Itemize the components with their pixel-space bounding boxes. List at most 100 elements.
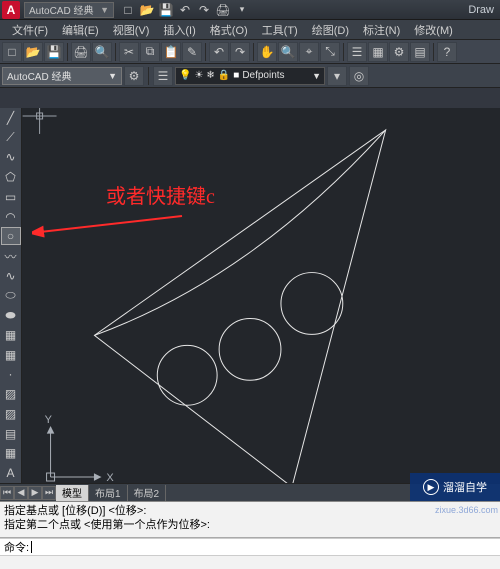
- watermark-badge[interactable]: ▶ 溜溜自学 zixue.3d66.com: [410, 473, 500, 501]
- tb-zoomp[interactable]: ⤡: [320, 42, 340, 62]
- layer-props-button[interactable]: ☰: [153, 66, 173, 86]
- tb-dc[interactable]: ▦: [368, 42, 388, 62]
- app-logo-icon[interactable]: A: [2, 1, 20, 19]
- canvas-svg: X Y: [22, 108, 500, 483]
- tab-layout2[interactable]: 布局2: [128, 485, 167, 501]
- tool-polygon[interactable]: ⬠: [1, 168, 21, 186]
- tb-new[interactable]: □: [2, 42, 22, 62]
- layer-iso-button[interactable]: ◎: [349, 66, 369, 86]
- axis-y-label: Y: [45, 414, 53, 426]
- watermark-brand: 溜溜自学: [443, 479, 487, 495]
- redo-icon: ↷: [199, 3, 209, 17]
- tool-text[interactable]: A: [1, 464, 21, 482]
- watermark-url: zixue.3d66.com: [435, 505, 498, 515]
- bulb-icon: 💡: [179, 70, 191, 81]
- tool-insert-block[interactable]: ▦: [1, 326, 21, 344]
- tool-arc[interactable]: ◠: [1, 208, 21, 226]
- open-icon: 📂: [140, 3, 155, 17]
- tool-polyline[interactable]: ∿: [1, 148, 21, 166]
- tool-line[interactable]: ╱: [1, 109, 21, 127]
- window-title: Draw: [468, 4, 500, 16]
- command-history[interactable]: 指定基点或 [位移(D)] <位移>: 指定第二个点或 <使用第一个点作为位移>…: [0, 502, 500, 538]
- tb-redo[interactable]: ↷: [230, 42, 250, 62]
- tb-paste[interactable]: 📋: [161, 42, 181, 62]
- tb-zoom[interactable]: 🔍: [278, 42, 298, 62]
- tb-pan[interactable]: ✋: [257, 42, 277, 62]
- tb-calc[interactable]: ▤: [410, 42, 430, 62]
- tool-rectangle[interactable]: ▭: [1, 188, 21, 206]
- tab-next-button[interactable]: ▶: [28, 486, 42, 500]
- tab-layout1[interactable]: 布局1: [89, 485, 128, 501]
- qat-open-button[interactable]: 📂: [139, 2, 155, 18]
- annotation-text: 或者快捷键c: [106, 180, 215, 209]
- layer-toolbar: AutoCAD 经典 ▼ ⚙ ☰ 💡 ☀ ❄ 🔒 ■ Defpoints ▼ ▾…: [0, 64, 500, 88]
- layer-combo[interactable]: 💡 ☀ ❄ 🔒 ■ Defpoints ▼: [175, 67, 325, 85]
- menu-format[interactable]: 格式(O): [204, 21, 254, 39]
- tab-prev-button[interactable]: ◀: [14, 486, 28, 500]
- chevron-down-icon: ▼: [312, 71, 321, 81]
- tool-gradient[interactable]: ▨: [1, 405, 21, 423]
- menu-edit[interactable]: 编辑(E): [56, 21, 105, 39]
- workspace-combo[interactable]: AutoCAD 经典 ▼: [2, 67, 122, 85]
- command-history-line: 指定基点或 [位移(D)] <位移>:: [4, 504, 496, 518]
- tool-revision-cloud[interactable]: 〰: [1, 247, 21, 265]
- tb-open[interactable]: 📂: [23, 42, 43, 62]
- chevron-down-icon: ▼: [100, 5, 109, 15]
- drawing-canvas[interactable]: X Y 或者快捷键c: [22, 108, 500, 483]
- menu-view[interactable]: 视图(V): [107, 21, 156, 39]
- title-workspace-label: AutoCAD 经典: [29, 2, 93, 17]
- chevron-down-icon: ▼: [108, 71, 117, 81]
- tb-preview[interactable]: 🔍: [92, 42, 112, 62]
- tab-last-button[interactable]: ⏭: [42, 486, 56, 500]
- print-icon: 🖨: [215, 3, 230, 17]
- tb-tool[interactable]: ⚙: [389, 42, 409, 62]
- menu-file[interactable]: 文件(F): [6, 21, 54, 39]
- sun-icon: ☀: [194, 70, 203, 81]
- title-workspace-dropdown[interactable]: AutoCAD 经典 ▼: [24, 2, 114, 18]
- tb-zoomw[interactable]: ⌖: [299, 42, 319, 62]
- tab-model[interactable]: 模型: [56, 485, 89, 501]
- ws-settings-button[interactable]: ⚙: [124, 66, 144, 86]
- tool-circle[interactable]: ○: [1, 227, 21, 245]
- tool-ellipse-arc[interactable]: ⬬: [1, 306, 21, 324]
- tb-copy[interactable]: ⧉: [140, 42, 160, 62]
- qat-undo-button[interactable]: ↶: [177, 2, 193, 18]
- tb-undo[interactable]: ↶: [209, 42, 229, 62]
- play-icon: ▶: [423, 479, 439, 495]
- menu-draw[interactable]: 绘图(D): [306, 21, 355, 39]
- tool-region[interactable]: ▤: [1, 425, 21, 443]
- tab-nav-buttons: ⏮ ◀ ▶ ⏭: [0, 486, 56, 500]
- tb-save[interactable]: 💾: [44, 42, 64, 62]
- qat-more-button[interactable]: ▾: [234, 2, 250, 18]
- command-prompt-label: 命令:: [4, 539, 29, 555]
- tool-make-block[interactable]: ▦: [1, 346, 21, 364]
- tab-first-button[interactable]: ⏮: [0, 486, 14, 500]
- qat-plot-button[interactable]: 🖨: [215, 2, 231, 18]
- menu-insert[interactable]: 插入(I): [157, 21, 201, 39]
- tb-help[interactable]: ?: [437, 42, 457, 62]
- layer-state-button[interactable]: ▾: [327, 66, 347, 86]
- tool-ellipse[interactable]: ⬭: [1, 287, 21, 305]
- tb-props[interactable]: ☰: [347, 42, 367, 62]
- menu-modify[interactable]: 修改(M): [408, 21, 459, 39]
- tb-match[interactable]: ✎: [182, 42, 202, 62]
- tool-hatch[interactable]: ▨: [1, 385, 21, 403]
- tool-table[interactable]: ▦: [1, 445, 21, 463]
- tool-spline[interactable]: ∿: [1, 267, 21, 285]
- save-icon: 💾: [159, 3, 174, 17]
- command-input[interactable]: 命令:: [0, 538, 500, 556]
- tool-point[interactable]: ·: [1, 366, 21, 384]
- command-area: 指定基点或 [位移(D)] <位移>: 指定第二个点或 <使用第一个点作为位移>…: [0, 501, 500, 569]
- qat-save-button[interactable]: 💾: [158, 2, 174, 18]
- qat-new-button[interactable]: □: [120, 2, 136, 18]
- menu-tools[interactable]: 工具(T): [256, 21, 304, 39]
- color-swatch-icon: ■: [233, 70, 239, 81]
- file-icon: □: [124, 3, 131, 17]
- qat-redo-button[interactable]: ↷: [196, 2, 212, 18]
- tool-construction-line[interactable]: ⟋: [1, 129, 21, 147]
- menu-dimension[interactable]: 标注(N): [357, 21, 406, 39]
- layer-name: Defpoints: [242, 70, 284, 81]
- tb-plot[interactable]: 🖨: [71, 42, 91, 62]
- standard-toolbar: □ 📂 💾 🖨 🔍 ✂ ⧉ 📋 ✎ ↶ ↷ ✋ 🔍 ⌖ ⤡ ☰ ▦ ⚙ ▤ ?: [0, 40, 500, 64]
- tb-cut[interactable]: ✂: [119, 42, 139, 62]
